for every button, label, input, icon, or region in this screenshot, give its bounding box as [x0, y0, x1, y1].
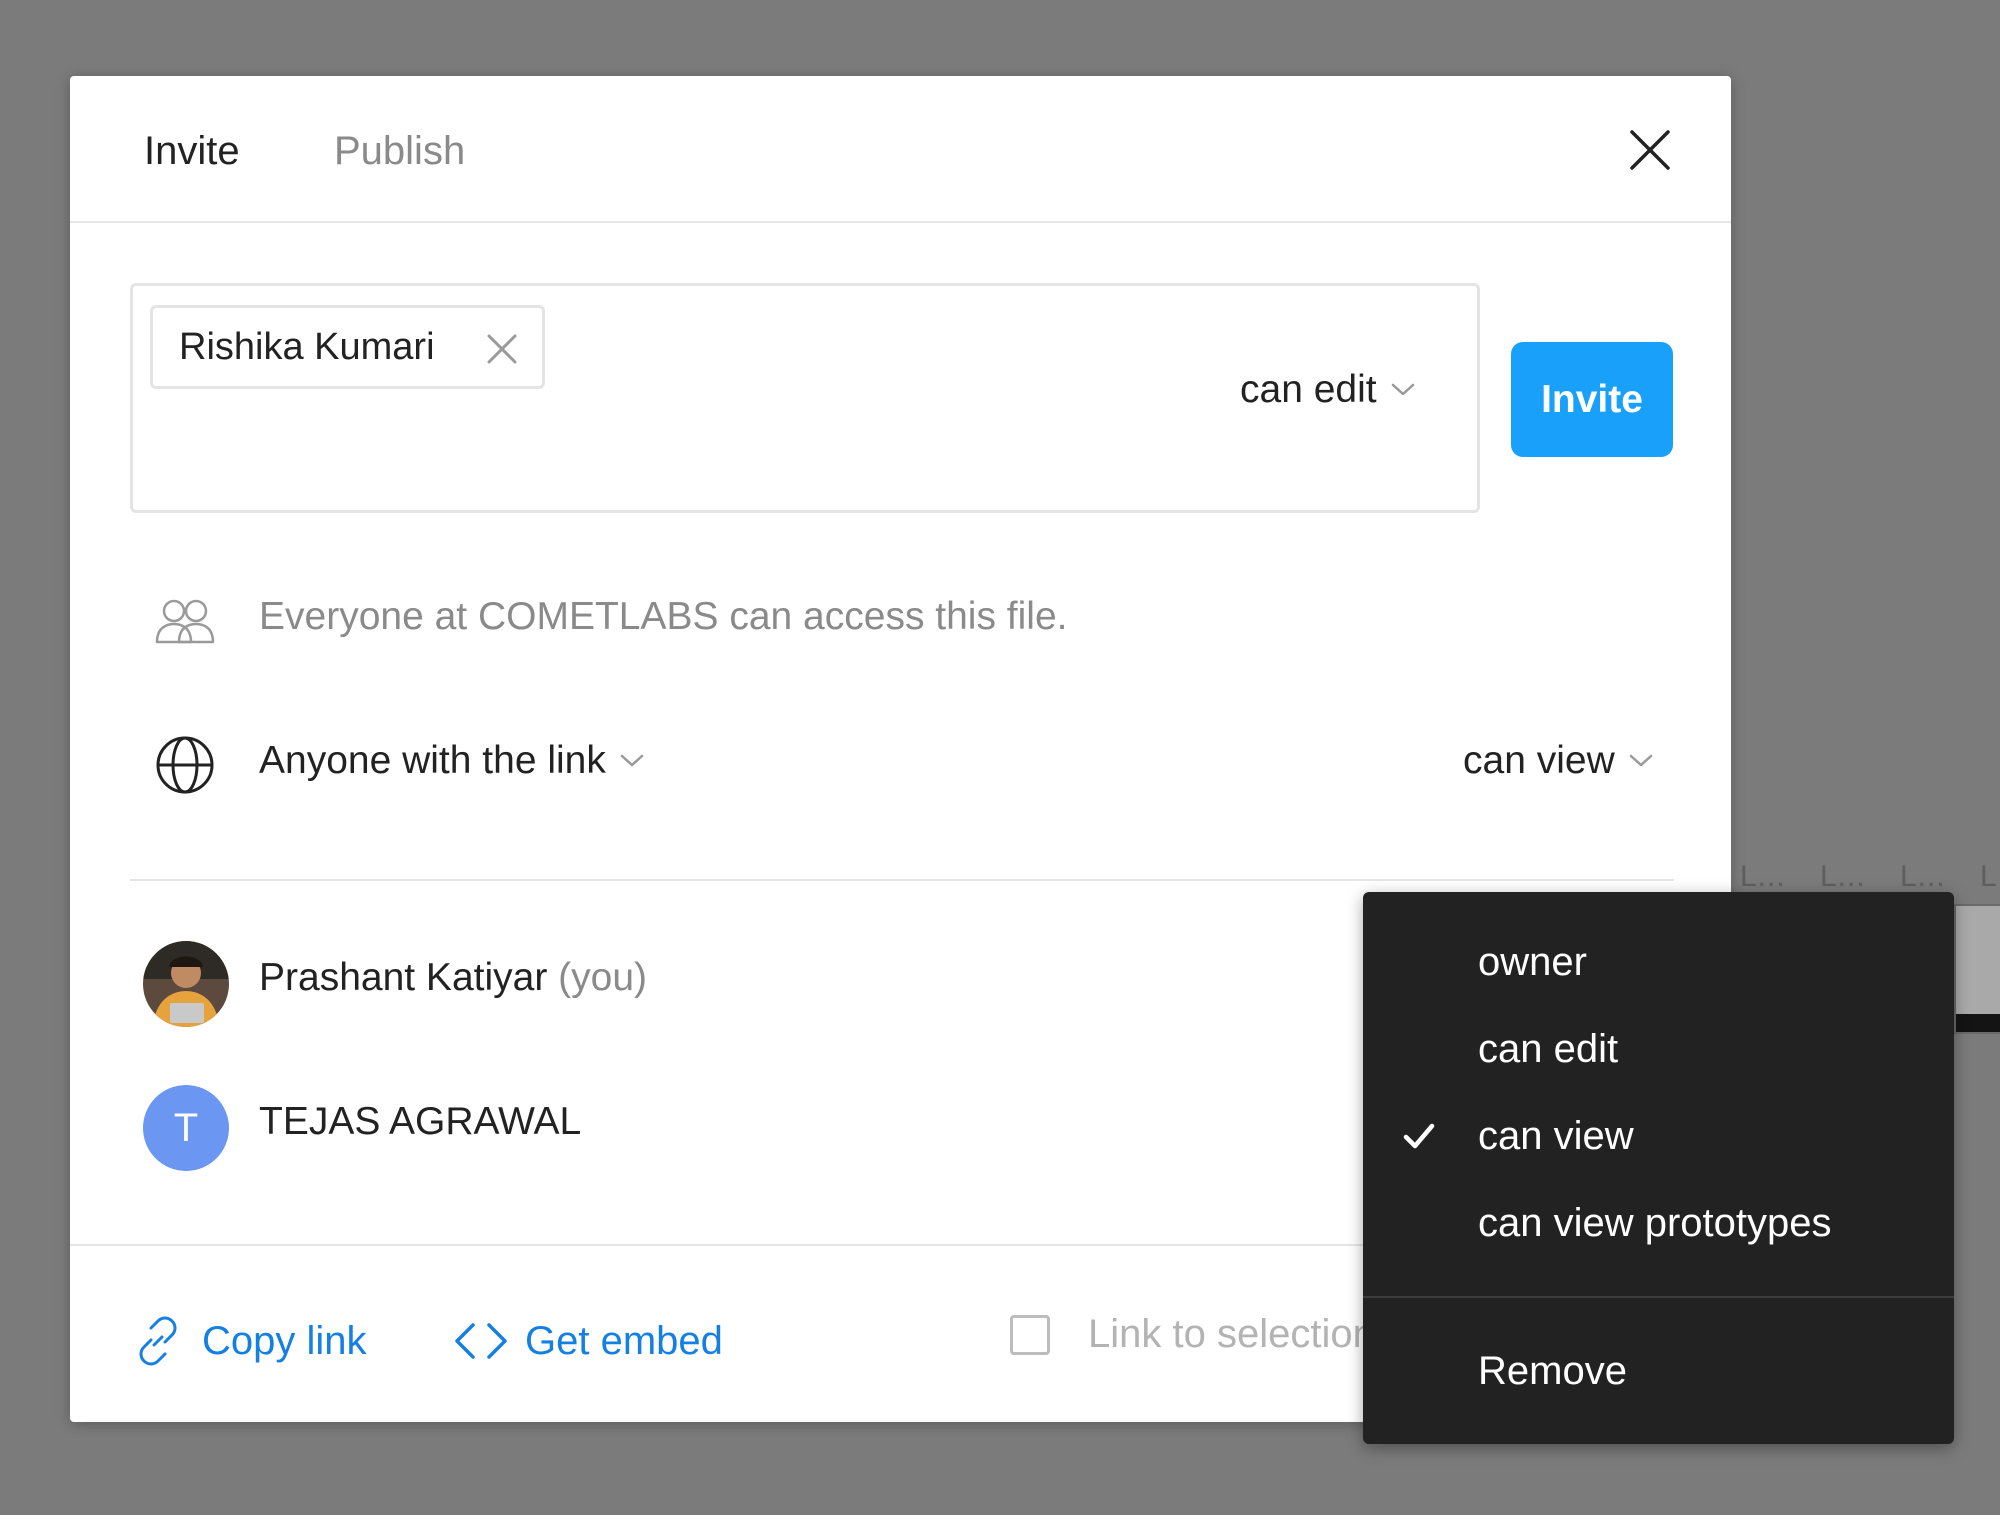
link-to-selection-checkbox[interactable] [1010, 1315, 1050, 1355]
chevron-down-icon [1629, 754, 1652, 767]
org-access-notice: Everyone at COMETLABS can access this fi… [259, 595, 1068, 638]
invite-button[interactable]: Invite [1511, 342, 1673, 457]
copy-link-button[interactable]: Copy link [130, 1313, 367, 1369]
permission-menu: owner can edit can view can view prototy… [1363, 892, 1954, 1444]
link-scope-label: Anyone with the link [259, 739, 606, 782]
invitee-chip: Rishika Kumari [150, 305, 545, 389]
link-permission-dropdown[interactable]: can view [1463, 739, 1653, 783]
menu-item-label: owner [1478, 939, 1587, 984]
tab-invite[interactable]: Invite [144, 124, 240, 178]
invite-permission-dropdown[interactable]: can edit [1240, 368, 1415, 412]
menu-item-remove[interactable]: Remove [1363, 1331, 1954, 1411]
code-icon [455, 1323, 507, 1359]
avatar: T [143, 1085, 229, 1171]
get-embed-label: Get embed [525, 1318, 723, 1363]
frame-label: L... [1900, 860, 1946, 893]
frame-label: L... [1740, 860, 1786, 893]
chevron-down-icon [1391, 383, 1414, 396]
section-divider [130, 879, 1674, 881]
menu-item-label: can view prototypes [1478, 1200, 1832, 1245]
frame-label: L [1980, 860, 1998, 893]
link-icon [139, 1316, 177, 1366]
team-icon [155, 599, 215, 644]
header-divider [70, 221, 1731, 223]
invite-permission-label: can edit [1240, 368, 1377, 411]
invitee-chip-name: Rishika Kumari [179, 325, 435, 368]
member-name: Prashant Katiyar [259, 956, 548, 999]
user-photo [143, 941, 229, 1027]
copy-link-label: Copy link [202, 1318, 367, 1363]
checkmark-icon [1403, 1123, 1435, 1149]
menu-item-label: Remove [1478, 1348, 1627, 1393]
menu-item-owner[interactable]: owner [1363, 922, 1954, 1002]
menu-divider [1363, 1296, 1954, 1298]
globe-icon [156, 736, 214, 794]
link-scope-dropdown[interactable]: Anyone with the link [259, 739, 644, 783]
menu-item-label: can view [1478, 1113, 1634, 1158]
close-icon[interactable] [1626, 126, 1674, 174]
menu-item-can-view[interactable]: can view [1363, 1096, 1954, 1176]
remove-chip-icon[interactable] [485, 332, 519, 366]
member-name: TEJAS AGRAWAL [259, 1100, 582, 1143]
link-permission-label: can view [1463, 739, 1615, 782]
chevron-down-icon [620, 754, 644, 767]
menu-item-can-view-prototypes[interactable]: can view prototypes [1363, 1183, 1954, 1263]
member-row: Prashant Katiyar (you) [259, 956, 647, 1000]
frame-label: L... [1820, 860, 1866, 893]
link-to-selection-label: Link to selection [1088, 1312, 1363, 1356]
menu-item-can-edit[interactable]: can edit [1363, 1009, 1954, 1089]
link-to-selection-label-clip: Link to selection [1088, 1312, 1363, 1357]
avatar [143, 941, 229, 1027]
tab-publish[interactable]: Publish [334, 124, 465, 178]
menu-item-label: can edit [1478, 1026, 1619, 1071]
frame-thumbnail [1954, 904, 2000, 1034]
get-embed-button[interactable]: Get embed [453, 1313, 723, 1369]
member-you-label: (you) [558, 956, 648, 999]
